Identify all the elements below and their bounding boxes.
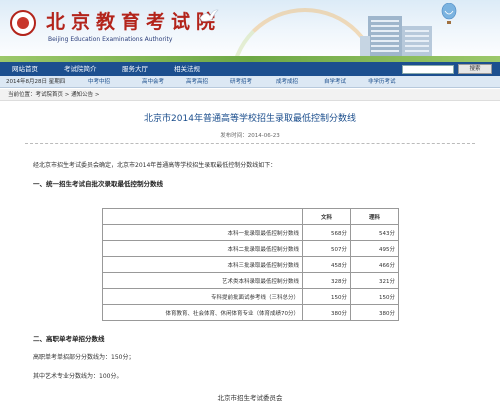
row-label: 本科一批录取最低控制分数线 bbox=[102, 224, 303, 241]
table-row: 本科二批录取最低控制分数线 507分 495分 bbox=[102, 240, 399, 257]
row-label: 本科二批录取最低控制分数线 bbox=[102, 240, 303, 257]
subnav-non-degree[interactable]: 非学历考试 bbox=[368, 76, 396, 88]
breadcrumb-bar: 当前位置：考试院首页 > 通知公告 > bbox=[0, 89, 500, 101]
table-row: 专科提前批面试参考线（三科总分） 150分 150分 bbox=[102, 288, 399, 305]
table-row: 本科三批录取最低控制分数线 458分 466分 bbox=[102, 256, 399, 273]
subnav-huikao[interactable]: 高中会考 bbox=[142, 76, 164, 88]
table-header-cell bbox=[102, 208, 303, 225]
score-table: 文科 理科 本科一批录取最低控制分数线 568分 543分 本科二批录取最低控制… bbox=[102, 208, 399, 321]
dove-icon bbox=[199, 9, 219, 22]
header-banner: 北京教育考试院 Beijing Education Examinations A… bbox=[0, 0, 500, 62]
sub-nav: 2014年8月28日 星期四 中考中招 高中会考 高考高招 研考招考 成考成招 … bbox=[0, 76, 500, 88]
row-value-arts: 150分 bbox=[302, 288, 351, 305]
row-value-arts: 507分 bbox=[302, 240, 351, 257]
building-illustration bbox=[360, 16, 432, 62]
vocational-line-1: 高职单考单招部分分数线为：150分； bbox=[33, 354, 135, 361]
nav-home[interactable]: 网站首页 bbox=[12, 62, 38, 76]
publish-date: 发布时间：2014-06-23 bbox=[220, 133, 280, 139]
rainbow-decoration bbox=[230, 8, 380, 62]
row-value-science: 150分 bbox=[350, 288, 399, 305]
vocational-line-2: 其中艺术专业分数线为：100分。 bbox=[33, 373, 123, 380]
row-value-arts: 380分 bbox=[302, 304, 351, 321]
table-header-row: 文科 理科 bbox=[102, 208, 399, 225]
table-header-cell: 文科 bbox=[302, 208, 351, 225]
table-row: 艺术类本科录取最低控制分数线 328分 321分 bbox=[102, 272, 399, 289]
table-row: 体育教育、社会体育、休闲体育专业（体育成绩70分） 380分 380分 bbox=[102, 304, 399, 321]
row-value-science: 321分 bbox=[350, 272, 399, 289]
site-logo-english: Beijing Education Examinations Authority bbox=[48, 36, 173, 43]
row-label: 艺术类本科录取最低控制分数线 bbox=[102, 272, 303, 289]
section-heading-2: 二、高职单考单招分数线 bbox=[33, 335, 105, 343]
table-header-cell: 理科 bbox=[350, 208, 399, 225]
current-date: 2014年8月28日 星期四 bbox=[6, 79, 66, 85]
subnav-chengkao[interactable]: 成考成招 bbox=[276, 76, 298, 88]
row-value-science: 543分 bbox=[350, 224, 399, 241]
row-value-science: 495分 bbox=[350, 240, 399, 257]
table-row: 本科一批录取最低控制分数线 568分 543分 bbox=[102, 224, 399, 241]
search-button[interactable]: 搜索 bbox=[458, 64, 492, 74]
signature: 北京市招生考试委员会 bbox=[217, 394, 283, 402]
page-title: 北京市2014年普通高等学校招生录取最低控制分数线 bbox=[144, 114, 356, 124]
row-value-arts: 458分 bbox=[302, 256, 351, 273]
search-input[interactable] bbox=[402, 65, 454, 74]
main-nav: 网站首页 考试院简介 服务大厅 相关法规 搜索 bbox=[0, 62, 500, 76]
title-divider bbox=[25, 143, 475, 144]
row-label: 体育教育、社会体育、休闲体育专业（体育成绩70分） bbox=[102, 304, 303, 321]
subnav-gaokao[interactable]: 高考高招 bbox=[186, 76, 208, 88]
row-value-science: 380分 bbox=[350, 304, 399, 321]
subnav-zhongkao[interactable]: 中考中招 bbox=[88, 76, 110, 88]
row-value-arts: 568分 bbox=[302, 224, 351, 241]
logo-seal-icon bbox=[10, 10, 36, 36]
row-value-arts: 328分 bbox=[302, 272, 351, 289]
balloon-icon bbox=[441, 3, 457, 24]
nav-regulations[interactable]: 相关法规 bbox=[174, 62, 200, 76]
section-heading-1: 一、统一招生考试自批次录取最低控制分数线 bbox=[33, 180, 163, 188]
nav-service-hall[interactable]: 服务大厅 bbox=[122, 62, 148, 76]
breadcrumb[interactable]: 当前位置：考试院首页 > 通知公告 > bbox=[8, 89, 99, 101]
site-logo-text[interactable]: 北京教育考试院 bbox=[46, 7, 221, 34]
subnav-yankao[interactable]: 研考招考 bbox=[230, 76, 252, 88]
row-label: 专科提前批面试参考线（三科总分） bbox=[102, 288, 303, 305]
row-value-science: 466分 bbox=[350, 256, 399, 273]
nav-about[interactable]: 考试院简介 bbox=[64, 62, 97, 76]
subnav-zikao[interactable]: 自学考试 bbox=[324, 76, 346, 88]
intro-paragraph: 经北京市招生考试委员会确定，北京市2014年普通高等学校招生录取最低控制分数线如… bbox=[33, 162, 277, 169]
row-label: 本科三批录取最低控制分数线 bbox=[102, 256, 303, 273]
